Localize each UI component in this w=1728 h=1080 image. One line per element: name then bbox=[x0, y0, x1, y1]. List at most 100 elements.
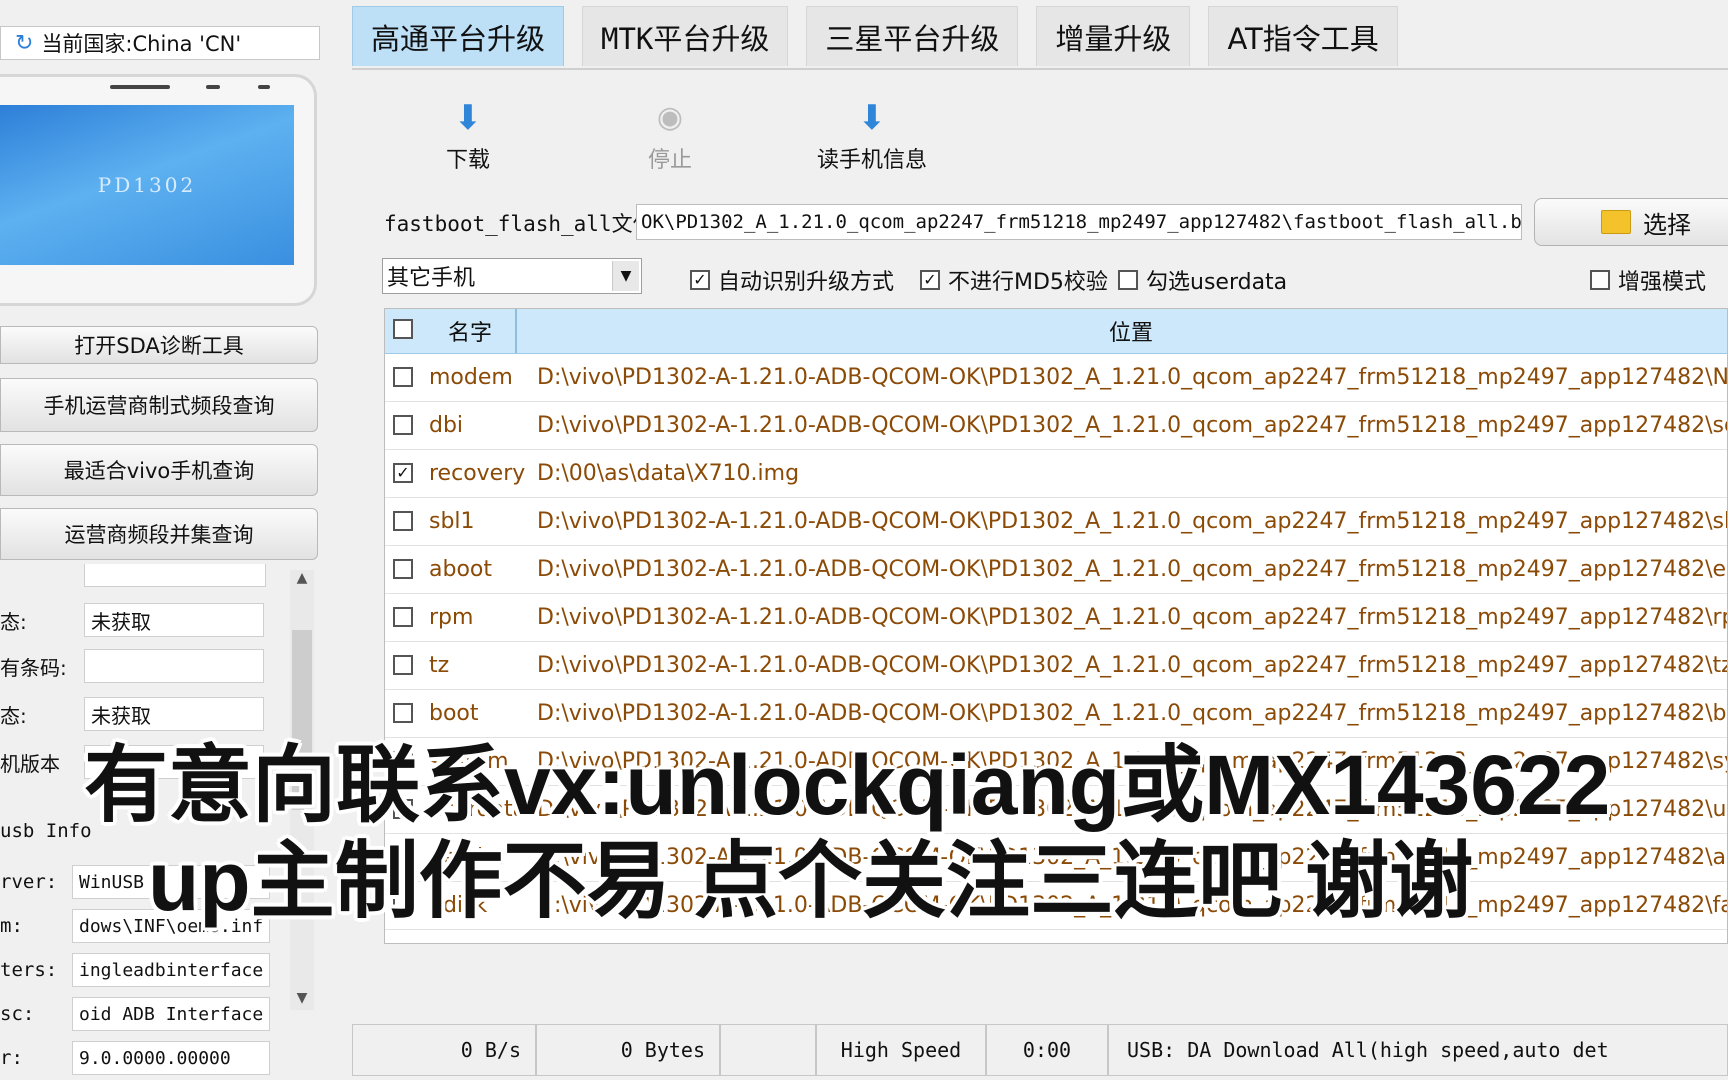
partition-location: D:\vivo\PD1302-A-1.21.0-ADB-QCOM-OK\PD13… bbox=[537, 556, 1728, 582]
usb-label: sc: bbox=[0, 1003, 35, 1025]
flash-file-path-input[interactable]: OK\PD1302_A_1.21.0_qcom_ap2247_frm51218_… bbox=[636, 204, 1522, 240]
info-row: 态: 未获取 bbox=[0, 600, 300, 640]
table-header: 名字 位置 bbox=[385, 309, 1727, 354]
column-header-name[interactable]: 名字 bbox=[425, 309, 517, 353]
phone-type-value: 其它手机 bbox=[387, 266, 476, 291]
partition-name: aboot bbox=[429, 556, 492, 582]
table-row[interactable]: tz D:\vivo\PD1302-A-1.21.0-ADB-QCOM-OK\PD… bbox=[385, 641, 1728, 690]
table-row[interactable]: ✓ recovery D:\00\as\data\X710.img bbox=[385, 449, 1727, 498]
chevron-down-icon[interactable]: ▼ bbox=[612, 261, 639, 291]
row-checkbox[interactable] bbox=[393, 511, 413, 531]
scroll-up-icon[interactable]: ▲ bbox=[290, 570, 314, 590]
info-label: 态: bbox=[0, 703, 27, 728]
usb-label: ters: bbox=[0, 959, 58, 981]
checkbox-label: 不进行MD5校验 bbox=[948, 270, 1108, 295]
table-row[interactable]: dbi D:\vivo\PD1302-A-1.21.0-ADB-QCOM-OK\P… bbox=[385, 401, 1728, 450]
phone-model-label: PD1302 bbox=[97, 173, 197, 197]
select-label: 选择 bbox=[1643, 210, 1691, 239]
status-bytes: 0 Bytes bbox=[536, 1024, 720, 1076]
stop-circle-icon: ◉ bbox=[656, 100, 684, 135]
checkbox-box[interactable]: ✓ bbox=[690, 270, 710, 290]
usb-row: ters: ingleadbinterface bbox=[0, 950, 300, 990]
table-row[interactable]: aboot D:\vivo\PD1302-A-1.21.0-ADB-QCOM-OK… bbox=[385, 545, 1728, 594]
enhanced-mode-checkbox[interactable]: 增强模式 bbox=[1590, 264, 1706, 296]
platform-tabs: 高通平台升级 MTK平台升级 三星平台升级 增量升级 AT指令工具 bbox=[352, 6, 1398, 68]
carrier-band-query-button[interactable]: 手机运营商制式频段查询 bbox=[0, 378, 318, 432]
sda-diagnostic-button[interactable]: 打开SDA诊断工具 bbox=[0, 326, 318, 364]
no-md5-checkbox[interactable]: ✓ 不进行MD5校验 bbox=[920, 264, 1108, 296]
row-checkbox[interactable] bbox=[393, 367, 413, 387]
download-button[interactable]: ⬇ 下载 bbox=[388, 98, 548, 174]
partition-location: D:\vivo\PD1302-A-1.21.0-ADB-QCOM-OK\PD13… bbox=[537, 364, 1728, 390]
download-arrow-icon: ⬇ bbox=[453, 98, 483, 138]
row-checkbox[interactable] bbox=[393, 415, 413, 435]
info-value: 未获取 bbox=[84, 603, 264, 637]
auto-detect-checkbox[interactable]: ✓ 自动识别升级方式 bbox=[690, 264, 894, 296]
usb-label: m: bbox=[0, 915, 23, 937]
scroll-down-icon[interactable]: ▼ bbox=[290, 990, 314, 1010]
info-label: 有条码: bbox=[0, 655, 67, 680]
phone-sensor bbox=[258, 85, 270, 89]
checkbox-label: 勾选userdata bbox=[1146, 270, 1288, 295]
info-value bbox=[84, 649, 264, 683]
status-mode: High Speed bbox=[816, 1024, 986, 1076]
info-label: 机版本 bbox=[0, 751, 60, 776]
usb-label: rver: bbox=[0, 871, 58, 893]
tab-at-command[interactable]: AT指令工具 bbox=[1208, 6, 1398, 66]
folder-icon bbox=[1601, 210, 1631, 234]
clipped-field bbox=[84, 564, 266, 587]
phone-preview: PD1302 bbox=[0, 74, 317, 306]
checkbox-box[interactable]: ✓ bbox=[920, 270, 940, 290]
phone-speaker bbox=[110, 85, 170, 89]
usb-value: 9.0.0000.00000 bbox=[72, 1041, 270, 1075]
button-label: 手机运营商制式频段查询 bbox=[43, 394, 275, 418]
phone-type-select[interactable]: 其它手机 ▼ bbox=[382, 258, 642, 294]
table-row[interactable]: rpm D:\vivo\PD1302-A-1.21.0-ADB-QCOM-OK\P… bbox=[385, 593, 1727, 642]
row-checkbox[interactable]: ✓ bbox=[393, 463, 413, 483]
checkbox-box[interactable] bbox=[1590, 270, 1610, 290]
tab-qualcomm[interactable]: 高通平台升级 bbox=[352, 6, 565, 66]
status-usb: USB: DA Download All(high speed,auto det bbox=[1108, 1024, 1728, 1076]
partition-name: modem bbox=[429, 364, 513, 390]
usb-row: r: 9.0.0000.00000 bbox=[0, 1038, 300, 1078]
partition-location: D:\vivo\PD1302-A-1.21.0-ADB-QCOM-OK\PD13… bbox=[537, 652, 1728, 678]
download-arrow-icon: ⬇ bbox=[857, 98, 887, 138]
status-bar: 0 B/s 0 Bytes High Speed 0:00 USB: DA Do… bbox=[352, 1024, 1728, 1080]
status-time: 0:00 bbox=[986, 1024, 1108, 1076]
usb-value: ingleadbinterface bbox=[72, 953, 270, 987]
tab-mtk[interactable]: MTK平台升级 bbox=[582, 6, 789, 66]
partition-location: D:\vivo\PD1302-A-1.21.0-ADB-QCOM-OK\PD13… bbox=[537, 412, 1728, 438]
stop-label: 停止 bbox=[647, 148, 692, 173]
usb-info-title: usb Info bbox=[0, 820, 92, 842]
checkbox-box[interactable] bbox=[1118, 270, 1138, 290]
row-checkbox[interactable] bbox=[393, 655, 413, 675]
refresh-globe-icon[interactable]: ↻ bbox=[15, 31, 33, 56]
userdata-checkbox[interactable]: 勾选userdata bbox=[1118, 264, 1287, 296]
best-vivo-query-button[interactable]: 最适合vivo手机查询 bbox=[0, 444, 318, 496]
partition-location: D:\vivo\PD1302-A-1.21.0-ADB-QCOM-OK\PD13… bbox=[537, 508, 1728, 534]
table-row[interactable]: modem D:\vivo\PD1302-A-1.21.0-ADB-QCOM-OK… bbox=[385, 353, 1728, 402]
tab-samsung[interactable]: 三星平台升级 bbox=[806, 6, 1019, 66]
carrier-band-union-button[interactable]: 运营商频段并集查询 bbox=[0, 508, 318, 560]
select-file-button[interactable]: 选择 bbox=[1534, 198, 1728, 246]
country-label: 当前国家:China 'CN' bbox=[41, 32, 242, 56]
partition-name: sbl1 bbox=[429, 508, 475, 534]
phone-camera bbox=[206, 85, 220, 89]
partition-location: D:\00\as\data\X710.img bbox=[537, 460, 800, 486]
download-label: 下载 bbox=[445, 148, 490, 173]
read-info-label: 读手机信息 bbox=[816, 148, 927, 173]
tab-incremental[interactable]: 增量升级 bbox=[1036, 6, 1191, 66]
row-checkbox[interactable] bbox=[393, 607, 413, 627]
read-phone-info-button[interactable]: ⬇ 读手机信息 bbox=[792, 98, 952, 174]
row-checkbox[interactable] bbox=[393, 559, 413, 579]
usb-label: r: bbox=[0, 1047, 23, 1069]
table-row[interactable]: sbl1 D:\vivo\PD1302-A-1.21.0-ADB-QCOM-OK\… bbox=[385, 497, 1728, 546]
info-label: 态: bbox=[0, 609, 27, 634]
usb-value: oid ADB Interface bbox=[72, 997, 270, 1031]
column-header-location[interactable]: 位置 bbox=[533, 309, 1727, 353]
select-all-checkbox[interactable] bbox=[393, 319, 413, 339]
checkbox-label: 增强模式 bbox=[1618, 270, 1707, 295]
stop-button[interactable]: ◉ 停止 bbox=[590, 98, 750, 174]
country-indicator: ↻ 当前国家:China 'CN' bbox=[0, 26, 320, 60]
button-label: 最适合vivo手机查询 bbox=[63, 459, 255, 483]
